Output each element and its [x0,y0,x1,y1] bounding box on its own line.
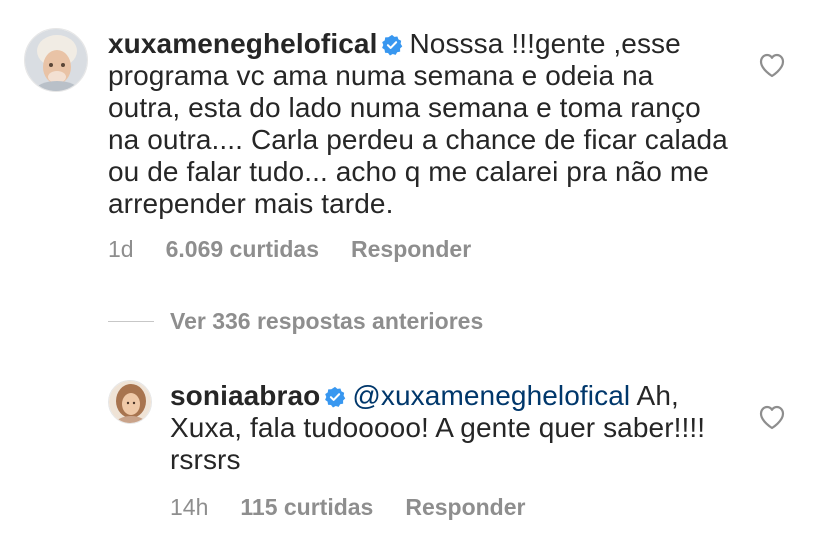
avatar-xuxa-photo-icon [25,29,87,91]
comment-sonia: soniaabrao @xuxameneghelofical Ah, Xuxa,… [0,360,828,553]
reply-button[interactable]: Responder [405,494,525,521]
like-heart-icon[interactable] [758,52,786,78]
reply-button[interactable]: Responder [351,236,471,263]
comment-username[interactable]: xuxameneghelofical [108,28,377,59]
comment-mention[interactable]: @xuxameneghelofical [352,380,630,411]
comment-username[interactable]: soniaabrao [170,380,320,411]
verified-badge-icon [325,386,346,408]
avatar-sonia[interactable] [108,380,152,424]
comment-meta: 14h 115 curtidas Responder [170,494,525,521]
comment-time[interactable]: 14h [170,494,208,521]
avatar-sonia-photo-icon [109,381,151,423]
comment-likes[interactable]: 6.069 curtidas [166,236,319,263]
avatar-xuxa[interactable] [24,28,88,92]
comment-likes[interactable]: 115 curtidas [240,494,373,521]
comment-body: soniaabrao @xuxameneghelofical Ah, Xuxa,… [170,380,730,476]
comment-body: xuxameneghelofical Nosssa !!!gente ,esse… [108,28,728,220]
view-previous-replies[interactable]: Ver 336 respostas anteriores [108,308,483,338]
verified-badge-icon [382,34,403,56]
comment-xuxa: xuxameneghelofical Nosssa !!!gente ,esse… [0,0,828,280]
replies-divider-line [108,320,154,323]
comment-time[interactable]: 1d [108,236,134,263]
view-replies-label[interactable]: Ver 336 respostas anteriores [170,308,483,334]
comment-meta: 1d 6.069 curtidas Responder [108,236,471,263]
like-heart-icon[interactable] [758,404,786,430]
